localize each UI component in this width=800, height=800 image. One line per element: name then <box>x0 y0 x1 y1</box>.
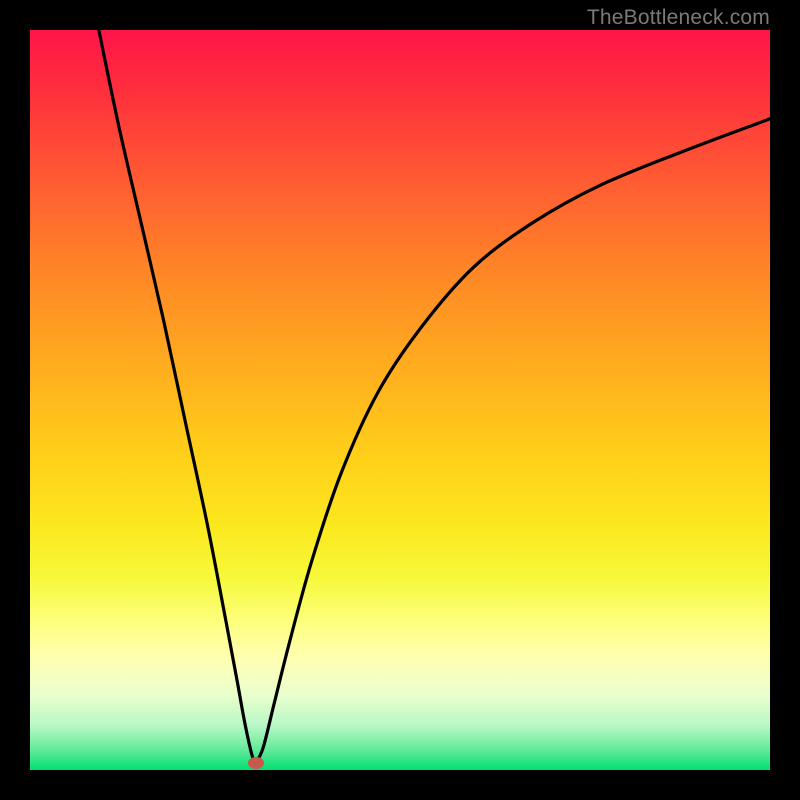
minimum-marker <box>248 757 264 769</box>
chart-frame: TheBottleneck.com <box>0 0 800 800</box>
plot-area <box>30 30 770 770</box>
watermark-text: TheBottleneck.com <box>587 6 770 30</box>
bottleneck-curve <box>30 30 770 770</box>
